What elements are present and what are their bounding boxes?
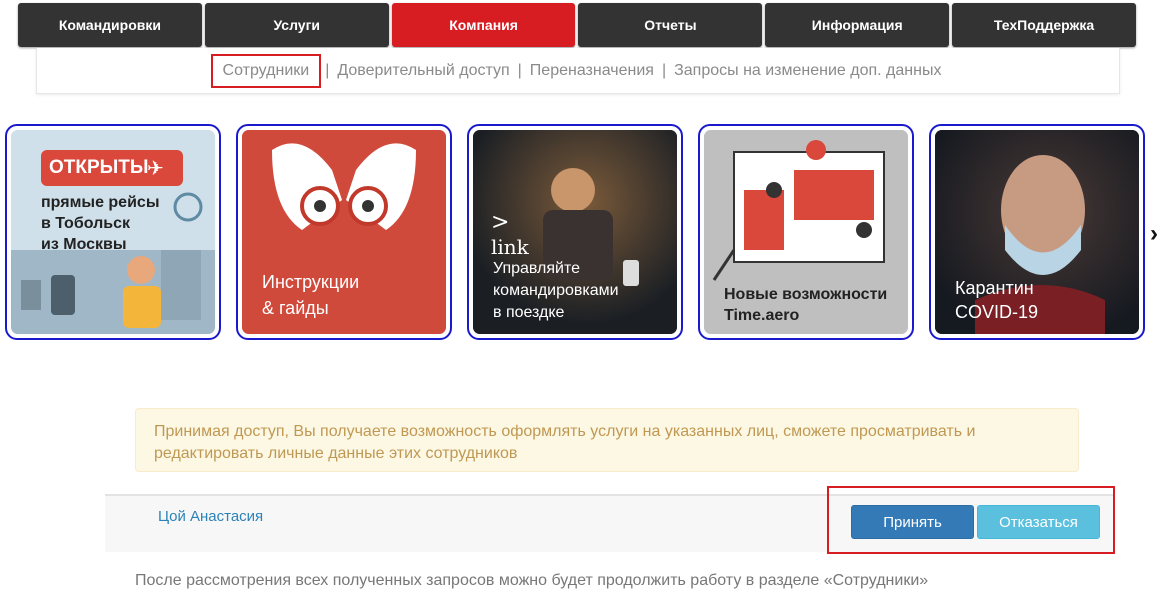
banner-link-app[interactable]: > link Управляйте командировками в поездк… [467,124,683,340]
banner-line: COVID-19 [955,302,1039,322]
banner-line: Управляйте [493,260,581,277]
banner-covid-art: Карантин COVID-19 [935,130,1139,334]
banner-line: прямые рейсы [41,194,160,211]
requester-name-link[interactable]: Цой Анастасия [158,508,263,525]
tab-company[interactable]: Компания [391,3,576,47]
banner-line: в поездке [493,304,565,321]
banner-line: командировками [493,282,619,299]
banner-line: в Тобольск [41,215,130,232]
banner-covid[interactable]: Карантин COVID-19 [929,124,1145,340]
banner-tobolsk-art: ОТКРЫТЫ ✈ прямые рейсы в Тобольск из Мос… [11,130,215,334]
tab-reports[interactable]: Отчеты [578,3,763,47]
subnav-data-change-requests[interactable]: Запросы на изменение доп. данных [672,62,943,80]
tab-services[interactable]: Услуги [204,3,389,47]
banner-line: & гайды [262,298,329,318]
sub-nav: Сотрудники | Доверительный доступ | Пере… [36,48,1120,94]
banner-line: Новые возможности [724,286,888,303]
banner-line: Time.aero [724,307,800,324]
subnav-trusted-access[interactable]: Доверительный доступ [335,62,511,80]
reject-button[interactable]: Отказаться [977,505,1100,539]
tab-information[interactable]: Информация [765,3,950,47]
subnav-employees[interactable]: Сотрудники [210,53,322,88]
subnav-reassignments[interactable]: Переназначения [528,62,656,80]
plane-icon: ✈ [147,158,164,180]
chevron-right-icon[interactable]: › [1150,220,1166,248]
banner-new-features-art: Новые возможности Time.aero [704,130,908,334]
banner-carousel: ОТКРЫТЫ ✈ прямые рейсы в Тобольск из Мос… [5,124,1151,342]
banner-instructions-art: Инструкции & гайды [242,130,446,334]
banner-new-features[interactable]: Новые возможности Time.aero [698,124,914,340]
subnav-separator: | [325,61,330,79]
opened-badge-text: ОТКРЫТЫ [49,157,149,178]
main-nav: Командировки Услуги Компания Отчеты Инфо… [18,3,1136,47]
subnav-separator: | [661,61,667,79]
banner-link-art: > link Управляйте командировками в поездк… [473,130,677,334]
tab-trips[interactable]: Командировки [18,3,202,47]
tab-support[interactable]: ТехПоддержка [952,3,1136,47]
banner-tobolsk-flights[interactable]: ОТКРЫТЫ ✈ прямые рейсы в Тобольск из Мос… [5,124,221,340]
banner-line: из Москвы [41,236,127,253]
footer-note: После рассмотрения всех полученных запро… [135,572,929,589]
banner-instructions[interactable]: Инструкции & гайды [236,124,452,340]
subnav-separator: | [517,61,522,79]
access-notice: Принимая доступ, Вы получаете возможност… [135,408,1079,472]
banner-line: Инструкции [262,272,360,292]
link-logo: > link [491,210,529,259]
banner-line: Карантин [955,278,1034,298]
top-bar: Командировки Услуги Компания Отчеты Инфо… [0,0,1171,48]
accept-button[interactable]: Принять [851,505,974,539]
